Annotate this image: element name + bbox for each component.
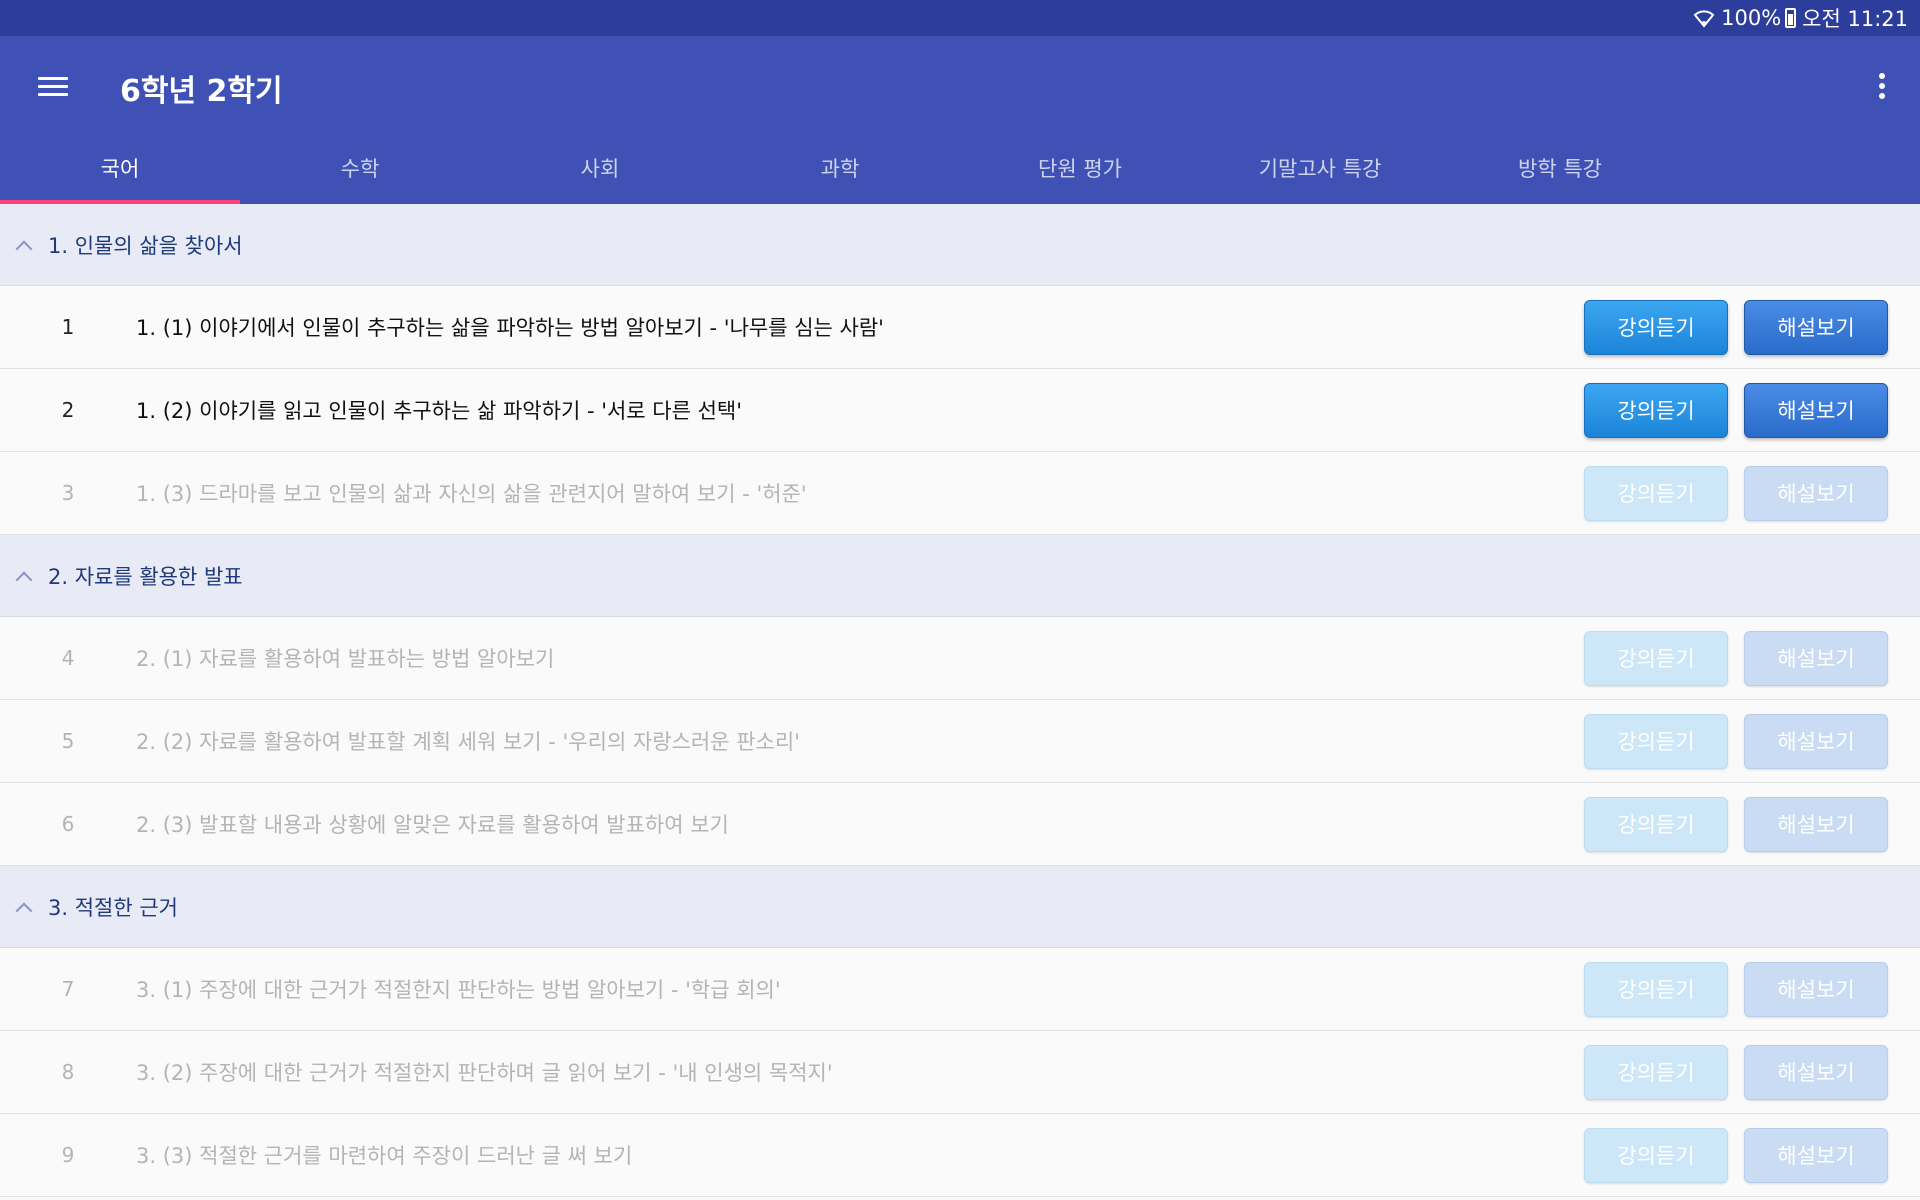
lecture-button[interactable]: 강의듣기: [1584, 382, 1728, 438]
tab-0[interactable]: 국어: [0, 132, 240, 204]
item-number: 5: [61, 729, 75, 753]
list-item: 9 3. (3) 적절한 근거를 마련하여 주장이 드러난 글 써 보기 강의듣기 해…: [0, 1114, 1920, 1197]
tab-6[interactable]: 방학 특강: [1440, 132, 1680, 204]
item-title: 3. (1) 주장에 대한 근거가 적절한지 판단하는 방법 알아보기 - '학…: [136, 978, 781, 1002]
tab-1[interactable]: 수학: [240, 132, 480, 204]
list-item: 6 2. (3) 발표할 내용과 상황에 알맞은 자료를 활용하여 발표하여 보기…: [0, 783, 1920, 866]
section-header[interactable]: 3. 적절한 근거: [0, 866, 1920, 948]
item-title: 1. (2) 이야기를 읽고 인물이 추구하는 삶 파악하기 - '서로 다른 …: [136, 399, 743, 423]
chevron-up-icon: [15, 240, 33, 257]
list-item: 4 2. (1) 자료를 활용하여 발표하는 방법 알아보기 강의듣기 해설보기: [0, 617, 1920, 700]
lesson-list: 1. 인물의 삶을 찾아서 1 1. (1) 이야기에서 인물이 추구하는 삶을 파…: [0, 204, 1920, 1200]
more-vert-icon[interactable]: [1872, 66, 1892, 106]
tab-3[interactable]: 과학: [720, 132, 960, 204]
item-actions: 강의듣기 해설보기: [1568, 961, 1888, 1017]
explanation-button[interactable]: 해설보기: [1744, 1127, 1888, 1183]
explanation-button[interactable]: 해설보기: [1744, 1044, 1888, 1100]
lecture-button[interactable]: 강의듣기: [1584, 465, 1728, 521]
section-header[interactable]: 2. 자료를 활용한 발표: [0, 535, 1920, 617]
item-number: 7: [61, 977, 75, 1001]
item-actions: 강의듣기 해설보기: [1568, 299, 1888, 355]
app-bar: 6학년 2학기 국어 수학 사회 과학 단원 평가 기말고사 특강 방학 특강: [0, 36, 1920, 204]
item-title: 2. (1) 자료를 활용하여 발표하는 방법 알아보기: [136, 647, 555, 671]
explanation-button[interactable]: 해설보기: [1744, 465, 1888, 521]
lecture-button[interactable]: 강의듣기: [1584, 1127, 1728, 1183]
lecture-button[interactable]: 강의듣기: [1584, 1044, 1728, 1100]
section-title: 1. 인물의 삶을 찾아서: [48, 233, 243, 258]
item-number: 6: [61, 812, 75, 836]
explanation-button[interactable]: 해설보기: [1744, 382, 1888, 438]
lecture-button[interactable]: 강의듣기: [1584, 796, 1728, 852]
item-number: 3: [61, 481, 75, 505]
item-title: 3. (2) 주장에 대한 근거가 적절한지 판단하며 글 읽어 보기 - '내…: [136, 1061, 833, 1085]
item-title: 2. (3) 발표할 내용과 상황에 알맞은 자료를 활용하여 발표하여 보기: [136, 813, 729, 837]
item-actions: 강의듣기 해설보기: [1568, 796, 1888, 852]
item-title: 2. (2) 자료를 활용하여 발표할 계획 세워 보기 - '우리의 자랑스러…: [136, 730, 800, 754]
explanation-button[interactable]: 해설보기: [1744, 713, 1888, 769]
status-bar: 100% 오전 11:21: [0, 0, 1920, 36]
item-number: 1: [61, 315, 75, 339]
wifi-icon: [1693, 8, 1715, 28]
tab-2[interactable]: 사회: [480, 132, 720, 204]
item-title: 1. (3) 드라마를 보고 인물의 삶과 자신의 삶을 관련지어 말하여 보기…: [136, 482, 807, 506]
chevron-up-icon: [15, 571, 33, 588]
explanation-button[interactable]: 해설보기: [1744, 299, 1888, 355]
explanation-button[interactable]: 해설보기: [1744, 796, 1888, 852]
list-item: 5 2. (2) 자료를 활용하여 발표할 계획 세워 보기 - '우리의 자랑스…: [0, 700, 1920, 783]
item-actions: 강의듣기 해설보기: [1568, 1044, 1888, 1100]
item-actions: 강의듣기 해설보기: [1568, 1127, 1888, 1183]
section-title: 3. 적절한 근거: [48, 895, 178, 920]
list-item: 8 3. (2) 주장에 대한 근거가 적절한지 판단하며 글 읽어 보기 - '…: [0, 1031, 1920, 1114]
explanation-button[interactable]: 해설보기: [1744, 630, 1888, 686]
tab-5[interactable]: 기말고사 특강: [1200, 132, 1440, 204]
explanation-button[interactable]: 해설보기: [1744, 961, 1888, 1017]
item-number: 9: [61, 1143, 75, 1167]
item-number: 4: [61, 646, 75, 670]
tab-bar: 국어 수학 사회 과학 단원 평가 기말고사 특강 방학 특강: [0, 132, 1680, 204]
item-title: 3. (3) 적절한 근거를 마련하여 주장이 드러난 글 써 보기: [136, 1144, 633, 1168]
list-item: 1 1. (1) 이야기에서 인물이 추구하는 삶을 파악하는 방법 알아보기 -…: [0, 286, 1920, 369]
page-title: 6학년 2학기: [120, 74, 283, 109]
tab-4[interactable]: 단원 평가: [960, 132, 1200, 204]
clock: 오전 11:21: [1802, 7, 1908, 31]
item-actions: 강의듣기 해설보기: [1568, 630, 1888, 686]
battery-icon: [1785, 8, 1797, 28]
list-item: 2 1. (2) 이야기를 읽고 인물이 추구하는 삶 파악하기 - '서로 다른…: [0, 369, 1920, 452]
item-actions: 강의듣기 해설보기: [1568, 713, 1888, 769]
lecture-button[interactable]: 강의듣기: [1584, 713, 1728, 769]
battery-percent: 100%: [1721, 6, 1782, 30]
item-actions: 강의듣기 해설보기: [1568, 382, 1888, 438]
lecture-button[interactable]: 강의듣기: [1584, 961, 1728, 1017]
section-title: 2. 자료를 활용한 발표: [48, 564, 243, 589]
item-actions: 강의듣기 해설보기: [1568, 465, 1888, 521]
menu-icon[interactable]: [38, 72, 70, 104]
list-item: 7 3. (1) 주장에 대한 근거가 적절한지 판단하는 방법 알아보기 - '…: [0, 948, 1920, 1031]
chevron-up-icon: [15, 902, 33, 919]
lecture-button[interactable]: 강의듣기: [1584, 630, 1728, 686]
lecture-button[interactable]: 강의듣기: [1584, 299, 1728, 355]
item-number: 8: [61, 1060, 75, 1084]
item-title: 1. (1) 이야기에서 인물이 추구하는 삶을 파악하는 방법 알아보기 - …: [136, 316, 884, 340]
list-item: 3 1. (3) 드라마를 보고 인물의 삶과 자신의 삶을 관련지어 말하여 보…: [0, 452, 1920, 535]
section-header[interactable]: 1. 인물의 삶을 찾아서: [0, 204, 1920, 286]
item-number: 2: [61, 398, 75, 422]
